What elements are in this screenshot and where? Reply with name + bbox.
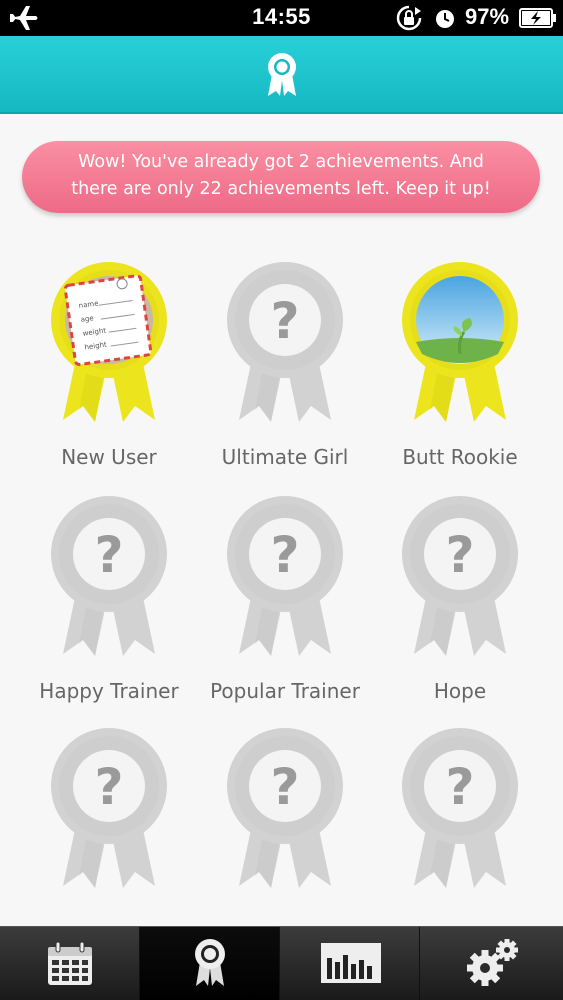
achievement-badge[interactable]: name age weight height New User — [21, 262, 197, 494]
achievement-badge[interactable]: ? Popular Trainer — [197, 496, 373, 728]
tab-bar — [0, 926, 563, 1000]
tab-achievements[interactable] — [140, 927, 280, 1000]
achievement-label: Ultimate Girl — [221, 445, 349, 469]
ribbon-medal-locked: ? — [51, 496, 167, 656]
svg-text:?: ? — [270, 526, 299, 584]
question-mark-icon: ? — [424, 518, 496, 590]
sprout-icon — [416, 276, 504, 364]
achievement-label: Popular Trainer — [210, 679, 360, 703]
profile-card-icon: name age weight height — [63, 274, 153, 367]
tab-settings[interactable] — [420, 927, 563, 1000]
svg-text:?: ? — [445, 758, 474, 816]
ribbon-medal-locked: ? — [51, 728, 167, 888]
status-bar: 14:55 97% — [0, 0, 563, 36]
svg-text:?: ? — [445, 526, 474, 584]
question-mark-icon: ? — [73, 518, 145, 590]
alarm-icon — [436, 10, 454, 28]
achievement-badge[interactable]: ? — [372, 728, 548, 926]
ribbon-medal-locked: ? — [227, 262, 343, 422]
achievement-progress-banner: Wow! You've already got 2 achievements. … — [22, 141, 540, 213]
tab-statistics[interactable] — [280, 927, 420, 1000]
svg-text:?: ? — [270, 758, 299, 816]
question-mark-icon: ? — [249, 750, 321, 822]
achievements-screen: Wow! You've already got 2 achievements. … — [0, 114, 563, 926]
achievement-badge[interactable]: Butt Rookie — [372, 262, 548, 494]
achievement-label: Hope — [433, 679, 487, 703]
battery-charging-icon — [519, 8, 556, 28]
question-mark-icon: ? — [73, 750, 145, 822]
banner-line-1: Wow! You've already got 2 achievements. … — [78, 152, 484, 172]
achievement-label: Happy Trainer — [39, 679, 179, 703]
ribbon-medal-locked: ? — [227, 728, 343, 888]
achievement-badge[interactable]: ? — [197, 728, 373, 926]
achievement-label: New User — [61, 445, 157, 469]
question-mark-icon: ? — [249, 518, 321, 590]
gears-icon — [467, 939, 518, 986]
ribbon-badge-icon — [268, 53, 296, 96]
bar-chart-icon — [321, 943, 381, 983]
achievement-badge[interactable]: ? Hope — [372, 496, 548, 728]
question-mark-icon: ? — [249, 284, 321, 356]
ribbon-badge-icon — [195, 939, 225, 986]
ribbon-medal-unlocked: name age weight height — [51, 262, 167, 422]
achievement-badge[interactable]: ? Ultimate Girl — [197, 262, 373, 494]
question-mark-icon: ? — [424, 750, 496, 822]
svg-text:?: ? — [94, 758, 123, 816]
achievement-label: Butt Rookie — [402, 445, 518, 469]
svg-text:?: ? — [94, 526, 123, 584]
ribbon-medal-unlocked — [402, 262, 518, 422]
battery-percent: 97% — [465, 4, 510, 29]
rotation-lock-icon — [396, 5, 422, 31]
achievement-badge[interactable]: ? — [21, 728, 197, 926]
ribbon-medal-locked: ? — [402, 496, 518, 656]
banner-line-2: there are only 22 achievements left. Kee… — [71, 179, 491, 199]
achievement-badge[interactable]: ? Happy Trainer — [21, 496, 197, 728]
app-header — [0, 36, 563, 114]
ribbon-medal-locked: ? — [227, 496, 343, 656]
calendar-icon — [48, 941, 92, 985]
svg-text:?: ? — [270, 292, 299, 350]
tab-calendar[interactable] — [0, 927, 140, 1000]
ribbon-medal-locked: ? — [402, 728, 518, 888]
